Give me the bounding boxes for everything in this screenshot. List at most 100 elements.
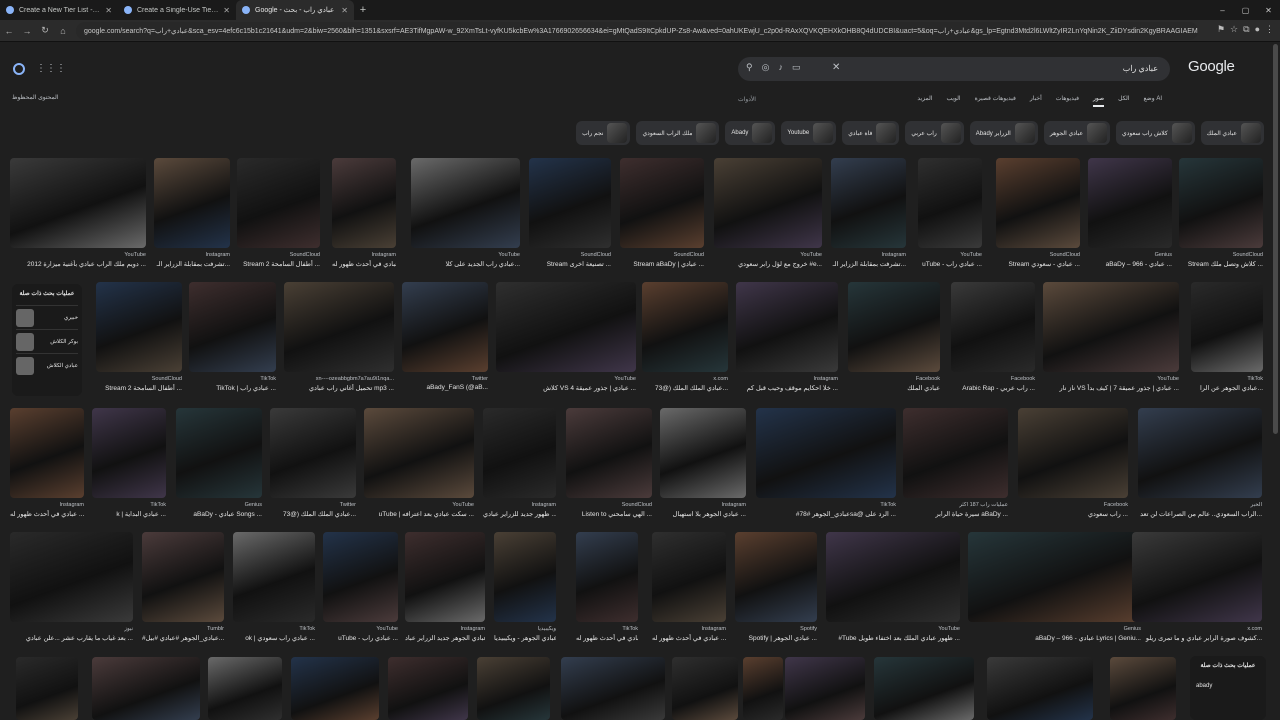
- result-image[interactable]: [903, 408, 1008, 498]
- result-caption[interactable]: عبادي الجوهر - ويكيبيديا ...: [494, 634, 556, 642]
- result-source[interactable]: TikTok: [189, 376, 276, 382]
- result-source[interactable]: YouTube: [364, 502, 474, 508]
- result-source[interactable]: Instagram: [660, 502, 746, 508]
- result-source[interactable]: SoundCloud: [620, 252, 704, 258]
- result-caption[interactable]: TikTok | عبادي راب ...: [189, 384, 276, 392]
- result-source[interactable]: TikTok: [576, 626, 638, 632]
- result-source[interactable]: الخبر: [1138, 502, 1262, 508]
- result-image[interactable]: [642, 282, 728, 372]
- result-source[interactable]: TikTok: [756, 502, 896, 508]
- result-source[interactable]: ويكيبيديا: [494, 626, 556, 632]
- result-source[interactable]: SoundCloud: [566, 502, 652, 508]
- result-source[interactable]: Twitter: [402, 376, 488, 382]
- result-image[interactable]: [208, 657, 282, 720]
- result-caption[interactable]: Listen to الهي سامحني ...: [566, 510, 652, 518]
- result-source[interactable]: Instagram: [154, 252, 230, 258]
- result-image[interactable]: [831, 158, 906, 248]
- result-source[interactable]: Spotify: [735, 626, 817, 632]
- result-image[interactable]: [270, 408, 356, 498]
- result-image[interactable]: [291, 657, 379, 720]
- result-caption[interactable]: عبادي الجوهر بلا استهبال ...: [660, 510, 746, 518]
- result-caption[interactable]: Stream أطفال السامحة 2 ...: [237, 260, 320, 268]
- result-image[interactable]: [968, 532, 1141, 622]
- result-image[interactable]: [176, 408, 262, 498]
- result-caption[interactable]: عبادي الجوهر جديد الزراير عباد...: [405, 634, 485, 642]
- result-source[interactable]: Instagram: [831, 252, 906, 258]
- result-caption[interactable]: خروج مع لؤل رابر سعودي #e...: [714, 260, 822, 268]
- result-caption[interactable]: Stream أطفال السامحة 2 ...: [96, 384, 182, 392]
- result-image[interactable]: [364, 408, 474, 498]
- result-source[interactable]: SoundCloud: [996, 252, 1080, 258]
- result-source[interactable]: SoundCloud: [529, 252, 611, 258]
- result-caption[interactable]: uTube - عبادي راب ...: [918, 260, 982, 268]
- result-caption[interactable]: uTube - عبادي راب ...: [323, 634, 398, 642]
- result-image[interactable]: [848, 282, 940, 372]
- result-caption[interactable]: عبادي الملك: [848, 384, 940, 392]
- result-caption[interactable]: دويم ملك الراب عبادي بأغنية ميزارة 2012 …: [10, 260, 146, 268]
- result-image[interactable]: [405, 532, 485, 622]
- result-image[interactable]: [918, 158, 982, 248]
- result-image[interactable]: [496, 282, 636, 372]
- result-caption[interactable]: aBaDy - عبادي Songs ...: [176, 510, 262, 518]
- result-image[interactable]: [987, 657, 1093, 720]
- result-image[interactable]: [494, 532, 556, 622]
- result-source[interactable]: YouTube: [918, 252, 982, 258]
- result-image[interactable]: [561, 657, 665, 720]
- result-image[interactable]: [16, 657, 78, 720]
- result-source[interactable]: Instagram: [332, 252, 396, 258]
- result-image[interactable]: [1138, 408, 1262, 498]
- result-source[interactable]: Instagram: [652, 626, 726, 632]
- result-source[interactable]: Facebook: [848, 376, 940, 382]
- result-source[interactable]: Facebook: [1018, 502, 1128, 508]
- result-caption[interactable]: عبادي في أحدث ظهور له ...: [576, 634, 638, 642]
- result-image[interactable]: [1179, 158, 1263, 248]
- result-image[interactable]: [1043, 282, 1179, 372]
- result-caption[interactable]: عبادي الملك الملك (@73...: [270, 510, 356, 518]
- result-image[interactable]: [332, 158, 396, 248]
- result-source[interactable]: عمليات راب 187 أكثر: [903, 502, 1008, 508]
- result-caption[interactable]: Spotify | عبادي الجوهر ...: [735, 634, 817, 642]
- result-caption[interactable]: Stream عبادي - سعودي ...: [996, 260, 1080, 268]
- result-source[interactable]: Facebook: [951, 376, 1035, 382]
- result-source[interactable]: Genius: [176, 502, 262, 508]
- result-caption[interactable]: ok | عبادي راب سعودي ...: [233, 634, 315, 642]
- result-image[interactable]: [142, 532, 224, 622]
- result-caption[interactable]: Stream كلاش وتصل ملك ...: [1179, 260, 1263, 268]
- result-caption[interactable]: عبادي راب الجديد على كلا...: [411, 260, 520, 268]
- result-caption[interactable]: aBaDy – 966 - عبادي Lyrics | Geniu...: [968, 634, 1141, 642]
- result-source[interactable]: SoundCloud: [96, 376, 182, 382]
- result-caption[interactable]: راب سعودي ...: [1018, 510, 1128, 518]
- result-caption[interactable]: ناز نار VS عبادي | جذور عميقة 7 | كيف بد…: [1043, 384, 1179, 392]
- result-source[interactable]: Twitter: [270, 502, 356, 508]
- result-image[interactable]: [652, 532, 726, 622]
- result-image[interactable]: [672, 657, 738, 720]
- result-caption[interactable]: #عبادي_الجوهر #عبادي #بيل...: [142, 634, 224, 642]
- result-image[interactable]: [92, 657, 200, 720]
- result-source[interactable]: YouTube: [323, 626, 398, 632]
- result-caption[interactable]: aBady_FanS (@aB...: [402, 384, 488, 391]
- result-source[interactable]: Tumblr: [142, 626, 224, 632]
- result-image[interactable]: [1018, 408, 1128, 498]
- result-image[interactable]: [566, 408, 652, 498]
- result-image[interactable]: [323, 532, 398, 622]
- result-source[interactable]: YouTube: [411, 252, 520, 258]
- result-caption[interactable]: عبادي الجوهر عن الرا...: [1191, 384, 1263, 392]
- result-caption[interactable]: عبادي في أحدث ظهور له ...: [332, 260, 396, 268]
- result-image[interactable]: [529, 158, 611, 248]
- result-source[interactable]: TikTok: [233, 626, 315, 632]
- result-image[interactable]: [154, 158, 230, 248]
- result-caption[interactable]: aBaDy – 966 - عبادي ...: [1088, 260, 1172, 268]
- result-source[interactable]: SoundCloud: [1179, 252, 1263, 258]
- result-image[interactable]: [785, 657, 865, 720]
- result-caption[interactable]: uTube | سكت عبادي بعد اعترافه ...: [364, 510, 474, 518]
- result-source[interactable]: YouTube: [1043, 376, 1179, 382]
- result-caption[interactable]: Stream aBaDy | عبادي ...: [620, 260, 704, 268]
- result-image[interactable]: [951, 282, 1035, 372]
- result-image[interactable]: [620, 158, 704, 248]
- result-caption[interactable]: ظهور جديد للزراير عبادي ...: [483, 510, 556, 518]
- result-image[interactable]: [1110, 657, 1176, 720]
- result-caption[interactable]: #Tube ظهور عبادي الملك بعد اختفاء طويل .…: [826, 634, 960, 642]
- result-image[interactable]: [10, 408, 84, 498]
- result-source[interactable]: YouTube: [826, 626, 960, 632]
- result-image[interactable]: [1132, 532, 1262, 622]
